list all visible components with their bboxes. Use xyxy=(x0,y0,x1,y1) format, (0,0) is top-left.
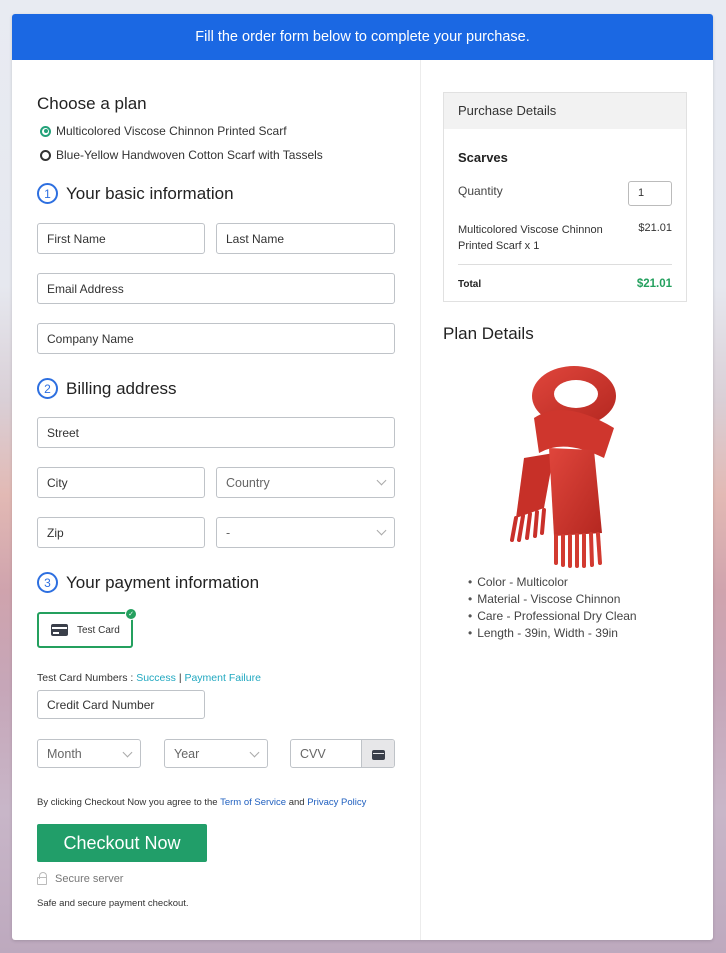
radio-icon[interactable] xyxy=(40,149,51,161)
first-name-input[interactable]: First Name xyxy=(37,223,205,254)
step-number-icon: 2 xyxy=(37,378,58,399)
test-numbers-label: Test Card Numbers : xyxy=(37,672,134,684)
country-select[interactable]: Country xyxy=(216,467,395,498)
line-item-price: $21.01 xyxy=(638,222,672,234)
total-value: $21.01 xyxy=(636,278,672,290)
credit-card-icon xyxy=(371,749,385,760)
radio-selected-icon[interactable] xyxy=(40,125,51,137)
safe-checkout-note: Safe and secure payment checkout. xyxy=(37,898,189,909)
plan-details-heading: Plan Details xyxy=(443,324,534,343)
payment-heading: 3 Your payment information xyxy=(37,572,259,593)
plan-option-2[interactable]: Blue-Yellow Handwoven Cotton Scarf with … xyxy=(40,148,323,162)
chevron-down-icon xyxy=(376,475,387,486)
product-category: Scarves xyxy=(458,150,508,165)
choose-plan-heading: Choose a plan xyxy=(37,94,147,113)
billing-heading: 2 Billing address xyxy=(37,378,177,399)
secure-server-note: Secure server xyxy=(37,872,124,885)
test-card-option[interactable]: Test Card ✓ xyxy=(37,608,137,648)
month-value: Month xyxy=(47,746,82,761)
chevron-down-icon xyxy=(376,525,387,536)
total-label: Total xyxy=(458,279,482,290)
lock-icon xyxy=(37,872,47,885)
line-item-name: Multicolored Viscose Chinnon Printed Sca… xyxy=(458,224,603,252)
summary-column: Purchase Details Scarves Quantity 1 Mult… xyxy=(422,60,713,940)
test-card-numbers: Test Card Numbers : Success | Payment Fa… xyxy=(37,672,261,684)
purchase-details-heading: Purchase Details xyxy=(444,93,686,129)
quantity-input[interactable]: 1 xyxy=(628,181,672,206)
zip-input[interactable]: Zip xyxy=(37,517,205,548)
state-value: - xyxy=(226,525,231,540)
scarf-front-tail xyxy=(549,448,602,536)
terms-text: By clicking Checkout Now you agree to th… xyxy=(37,797,366,808)
scarf-hole xyxy=(554,380,598,408)
section-title: Your payment information xyxy=(66,572,260,592)
section-title: Billing address xyxy=(66,378,177,398)
year-select[interactable]: Year xyxy=(164,739,268,768)
last-name-input[interactable]: Last Name xyxy=(216,223,395,254)
chevron-down-icon xyxy=(122,747,133,758)
quantity-label: Quantity xyxy=(458,184,503,198)
section-title: Your basic information xyxy=(66,183,234,203)
purchase-details-box: Purchase Details Scarves Quantity 1 Mult… xyxy=(443,92,687,302)
cvv-placeholder: CVV xyxy=(300,746,326,761)
header-banner: Fill the order form below to complete yo… xyxy=(12,14,713,60)
card-number-input[interactable]: Credit Card Number xyxy=(37,690,205,719)
terms-prefix: By clicking Checkout Now you agree to th… xyxy=(37,797,218,808)
checkmark-icon: ✓ xyxy=(125,608,137,620)
plan-option-label: Blue-Yellow Handwoven Cotton Scarf with … xyxy=(56,148,323,162)
plan-option-label: Multicolored Viscose Chinnon Printed Sca… xyxy=(56,124,287,138)
checkout-now-button[interactable]: Checkout Now xyxy=(37,824,207,862)
feature-item: Color - Multicolor xyxy=(468,574,637,591)
plan-option-1[interactable]: Multicolored Viscose Chinnon Printed Sca… xyxy=(40,124,287,138)
step-number-icon: 1 xyxy=(37,183,58,204)
year-value: Year xyxy=(174,746,200,761)
front-fringe xyxy=(554,532,602,568)
plan-features-list: Color - Multicolor Material - Viscose Ch… xyxy=(468,574,637,642)
scarf-back-tail xyxy=(516,453,554,518)
terms-of-service-link[interactable]: Term of Service xyxy=(220,797,286,808)
order-form-card: Fill the order form below to complete yo… xyxy=(12,14,713,940)
cvv-card-button[interactable] xyxy=(361,740,394,767)
privacy-policy-link[interactable]: Privacy Policy xyxy=(307,797,366,808)
form-column: Choose a plan Multicolored Viscose Chinn… xyxy=(12,60,421,940)
separator: | xyxy=(178,672,182,684)
country-value: Country xyxy=(226,475,270,490)
payment-method-label: Test Card xyxy=(77,624,120,636)
state-select[interactable]: - xyxy=(216,517,395,548)
terms-and: and xyxy=(288,797,305,808)
success-link[interactable]: Success xyxy=(136,672,176,684)
red-scarf-image xyxy=(510,366,616,568)
divider xyxy=(458,264,672,265)
secure-server-label: Secure server xyxy=(55,873,124,885)
credit-card-icon xyxy=(51,624,68,636)
company-input[interactable]: Company Name xyxy=(37,323,395,354)
feature-item: Length - 39in, Width - 39in xyxy=(468,625,637,642)
chevron-down-icon xyxy=(249,747,260,758)
month-select[interactable]: Month xyxy=(37,739,141,768)
feature-item: Material - Viscose Chinnon xyxy=(468,591,637,608)
basic-info-heading: 1 Your basic information xyxy=(37,183,234,204)
street-input[interactable]: Street xyxy=(37,417,395,448)
email-input[interactable]: Email Address xyxy=(37,273,395,304)
feature-item: Care - Professional Dry Clean xyxy=(468,608,636,625)
cvv-input[interactable]: CVV xyxy=(290,739,395,768)
step-number-icon: 3 xyxy=(37,572,58,593)
payment-failure-link[interactable]: Payment Failure xyxy=(184,672,260,684)
city-input[interactable]: City xyxy=(37,467,205,498)
